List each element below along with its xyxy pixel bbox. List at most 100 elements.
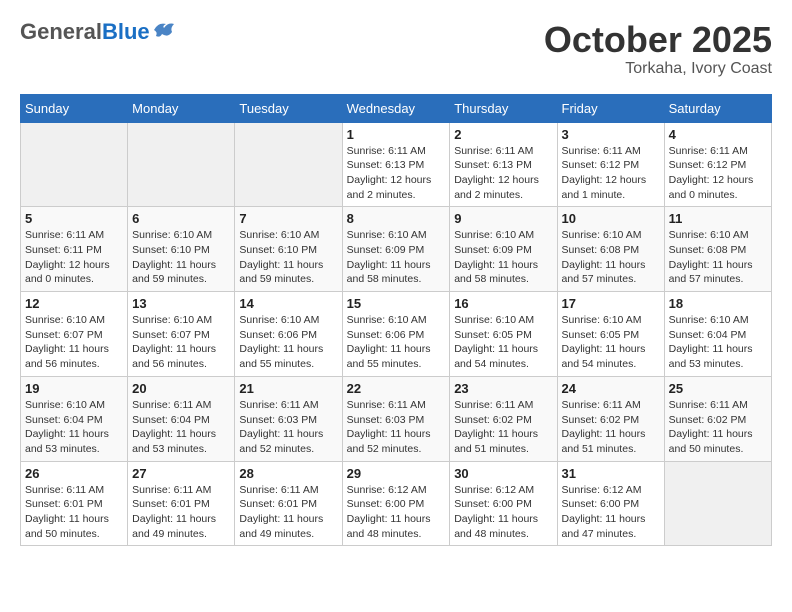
day-info: Sunrise: 6:11 AM Sunset: 6:01 PM Dayligh…	[132, 483, 230, 542]
page-header: GeneralBlue October 2025 Torkaha, Ivory …	[20, 20, 772, 78]
day-number: 15	[347, 296, 446, 311]
day-number: 22	[347, 381, 446, 396]
day-info: Sunrise: 6:11 AM Sunset: 6:03 PM Dayligh…	[347, 398, 446, 457]
calendar-cell: 12 Sunrise: 6:10 AM Sunset: 6:07 PM Dayli…	[21, 292, 128, 377]
day-number: 5	[25, 211, 123, 226]
day-number: 2	[454, 127, 552, 142]
day-number: 28	[239, 466, 337, 481]
day-number: 8	[347, 211, 446, 226]
day-number: 25	[669, 381, 767, 396]
day-number: 31	[562, 466, 660, 481]
calendar-cell: 18Sunrise: 6:10 AM Sunset: 6:04 PM Dayli…	[664, 292, 771, 377]
day-number: 26	[25, 466, 123, 481]
calendar-cell: 23Sunrise: 6:11 AM Sunset: 6:02 PM Dayli…	[450, 376, 557, 461]
day-info: Sunrise: 6:11 AM Sunset: 6:02 PM Dayligh…	[562, 398, 660, 457]
calendar-cell	[664, 461, 771, 546]
day-info: Sunrise: 6:10 AM Sunset: 6:07 PM Dayligh…	[25, 313, 123, 372]
calendar-week-row: 5 Sunrise: 6:11 AM Sunset: 6:11 PM Daylig…	[21, 207, 772, 292]
calendar-cell: 17 Sunrise: 6:10 AM Sunset: 6:05 PM Dayli…	[557, 292, 664, 377]
weekday-header: Thursday	[450, 94, 557, 122]
day-info: Sunrise: 6:10 AM Sunset: 6:09 PM Dayligh…	[454, 228, 552, 287]
weekday-header: Saturday	[664, 94, 771, 122]
day-number: 6	[132, 211, 230, 226]
day-number: 13	[132, 296, 230, 311]
calendar-header-row: SundayMondayTuesdayWednesdayThursdayFrid…	[21, 94, 772, 122]
day-info: Sunrise: 6:10 AM Sunset: 6:10 PM Dayligh…	[239, 228, 337, 287]
day-info: Sunrise: 6:11 AM Sunset: 6:13 PM Dayligh…	[454, 144, 552, 203]
month-title: October 2025	[544, 20, 772, 60]
day-number: 27	[132, 466, 230, 481]
day-info: Sunrise: 6:11 AM Sunset: 6:01 PM Dayligh…	[25, 483, 123, 542]
calendar-cell: 25 Sunrise: 6:11 AM Sunset: 6:02 PM Dayli…	[664, 376, 771, 461]
weekday-header: Tuesday	[235, 94, 342, 122]
day-info: Sunrise: 6:10 AM Sunset: 6:08 PM Dayligh…	[669, 228, 767, 287]
logo: GeneralBlue	[20, 20, 176, 44]
day-number: 4	[669, 127, 767, 142]
day-info: Sunrise: 6:11 AM Sunset: 6:03 PM Dayligh…	[239, 398, 337, 457]
calendar-week-row: 12 Sunrise: 6:10 AM Sunset: 6:07 PM Dayli…	[21, 292, 772, 377]
calendar-cell: 20Sunrise: 6:11 AM Sunset: 6:04 PM Dayli…	[128, 376, 235, 461]
calendar-cell: 24 Sunrise: 6:11 AM Sunset: 6:02 PM Dayli…	[557, 376, 664, 461]
day-number: 10	[562, 211, 660, 226]
day-info: Sunrise: 6:11 AM Sunset: 6:01 PM Dayligh…	[239, 483, 337, 542]
calendar-cell: 11 Sunrise: 6:10 AM Sunset: 6:08 PM Dayli…	[664, 207, 771, 292]
day-info: Sunrise: 6:10 AM Sunset: 6:04 PM Dayligh…	[25, 398, 123, 457]
weekday-header: Friday	[557, 94, 664, 122]
calendar-cell	[21, 122, 128, 207]
calendar-cell: 26 Sunrise: 6:11 AM Sunset: 6:01 PM Dayli…	[21, 461, 128, 546]
day-info: Sunrise: 6:11 AM Sunset: 6:12 PM Dayligh…	[669, 144, 767, 203]
calendar-cell: 19 Sunrise: 6:10 AM Sunset: 6:04 PM Dayli…	[21, 376, 128, 461]
day-number: 19	[25, 381, 123, 396]
calendar-cell: 2 Sunrise: 6:11 AM Sunset: 6:13 PM Daylig…	[450, 122, 557, 207]
day-info: Sunrise: 6:12 AM Sunset: 6:00 PM Dayligh…	[562, 483, 660, 542]
day-info: Sunrise: 6:10 AM Sunset: 6:07 PM Dayligh…	[132, 313, 230, 372]
calendar-cell: 28 Sunrise: 6:11 AM Sunset: 6:01 PM Dayli…	[235, 461, 342, 546]
day-number: 17	[562, 296, 660, 311]
day-info: Sunrise: 6:10 AM Sunset: 6:09 PM Dayligh…	[347, 228, 446, 287]
day-info: Sunrise: 6:10 AM Sunset: 6:06 PM Dayligh…	[239, 313, 337, 372]
day-number: 7	[239, 211, 337, 226]
location: Torkaha, Ivory Coast	[544, 60, 772, 78]
day-number: 9	[454, 211, 552, 226]
calendar-cell: 13 Sunrise: 6:10 AM Sunset: 6:07 PM Dayli…	[128, 292, 235, 377]
day-info: Sunrise: 6:11 AM Sunset: 6:02 PM Dayligh…	[669, 398, 767, 457]
day-number: 21	[239, 381, 337, 396]
calendar-week-row: 19 Sunrise: 6:10 AM Sunset: 6:04 PM Dayli…	[21, 376, 772, 461]
calendar-cell	[128, 122, 235, 207]
logo-general: GeneralBlue	[20, 20, 150, 44]
calendar-cell: 4 Sunrise: 6:11 AM Sunset: 6:12 PM Daylig…	[664, 122, 771, 207]
day-number: 29	[347, 466, 446, 481]
day-number: 11	[669, 211, 767, 226]
weekday-header: Sunday	[21, 94, 128, 122]
calendar-cell: 27 Sunrise: 6:11 AM Sunset: 6:01 PM Dayli…	[128, 461, 235, 546]
calendar-cell: 9 Sunrise: 6:10 AM Sunset: 6:09 PM Daylig…	[450, 207, 557, 292]
day-number: 24	[562, 381, 660, 396]
day-info: Sunrise: 6:10 AM Sunset: 6:05 PM Dayligh…	[454, 313, 552, 372]
day-info: Sunrise: 6:10 AM Sunset: 6:05 PM Dayligh…	[562, 313, 660, 372]
day-number: 16	[454, 296, 552, 311]
day-number: 23	[454, 381, 552, 396]
day-info: Sunrise: 6:11 AM Sunset: 6:04 PM Dayligh…	[132, 398, 230, 457]
calendar-cell	[235, 122, 342, 207]
calendar-cell: 1Sunrise: 6:11 AM Sunset: 6:13 PM Daylig…	[342, 122, 450, 207]
calendar-week-row: 1 Sunrise: 6:11 AM Sunset: 6:13 PM Daylig…	[21, 122, 772, 207]
weekday-header: Wednesday	[342, 94, 450, 122]
calendar-cell: 10 Sunrise: 6:10 AM Sunset: 6:08 PM Dayli…	[557, 207, 664, 292]
day-info: Sunrise: 6:11 AM Sunset: 6:11 PM Dayligh…	[25, 228, 123, 287]
day-info: Sunrise: 6:10 AM Sunset: 6:08 PM Dayligh…	[562, 228, 660, 287]
calendar-cell: 3Sunrise: 6:11 AM Sunset: 6:12 PM Daylig…	[557, 122, 664, 207]
calendar-table: SundayMondayTuesdayWednesdayThursdayFrid…	[20, 94, 772, 547]
day-number: 3	[562, 127, 660, 142]
day-number: 12	[25, 296, 123, 311]
calendar-cell: 31 Sunrise: 6:12 AM Sunset: 6:00 PM Dayli…	[557, 461, 664, 546]
day-number: 18	[669, 296, 767, 311]
weekday-header: Monday	[128, 94, 235, 122]
calendar-cell: 14Sunrise: 6:10 AM Sunset: 6:06 PM Dayli…	[235, 292, 342, 377]
day-info: Sunrise: 6:12 AM Sunset: 6:00 PM Dayligh…	[347, 483, 446, 542]
day-info: Sunrise: 6:10 AM Sunset: 6:06 PM Dayligh…	[347, 313, 446, 372]
calendar-cell: 16 Sunrise: 6:10 AM Sunset: 6:05 PM Dayli…	[450, 292, 557, 377]
calendar-cell: 21 Sunrise: 6:11 AM Sunset: 6:03 PM Dayli…	[235, 376, 342, 461]
day-number: 1	[347, 127, 446, 142]
day-info: Sunrise: 6:12 AM Sunset: 6:00 PM Dayligh…	[454, 483, 552, 542]
title-section: October 2025 Torkaha, Ivory Coast	[544, 20, 772, 78]
